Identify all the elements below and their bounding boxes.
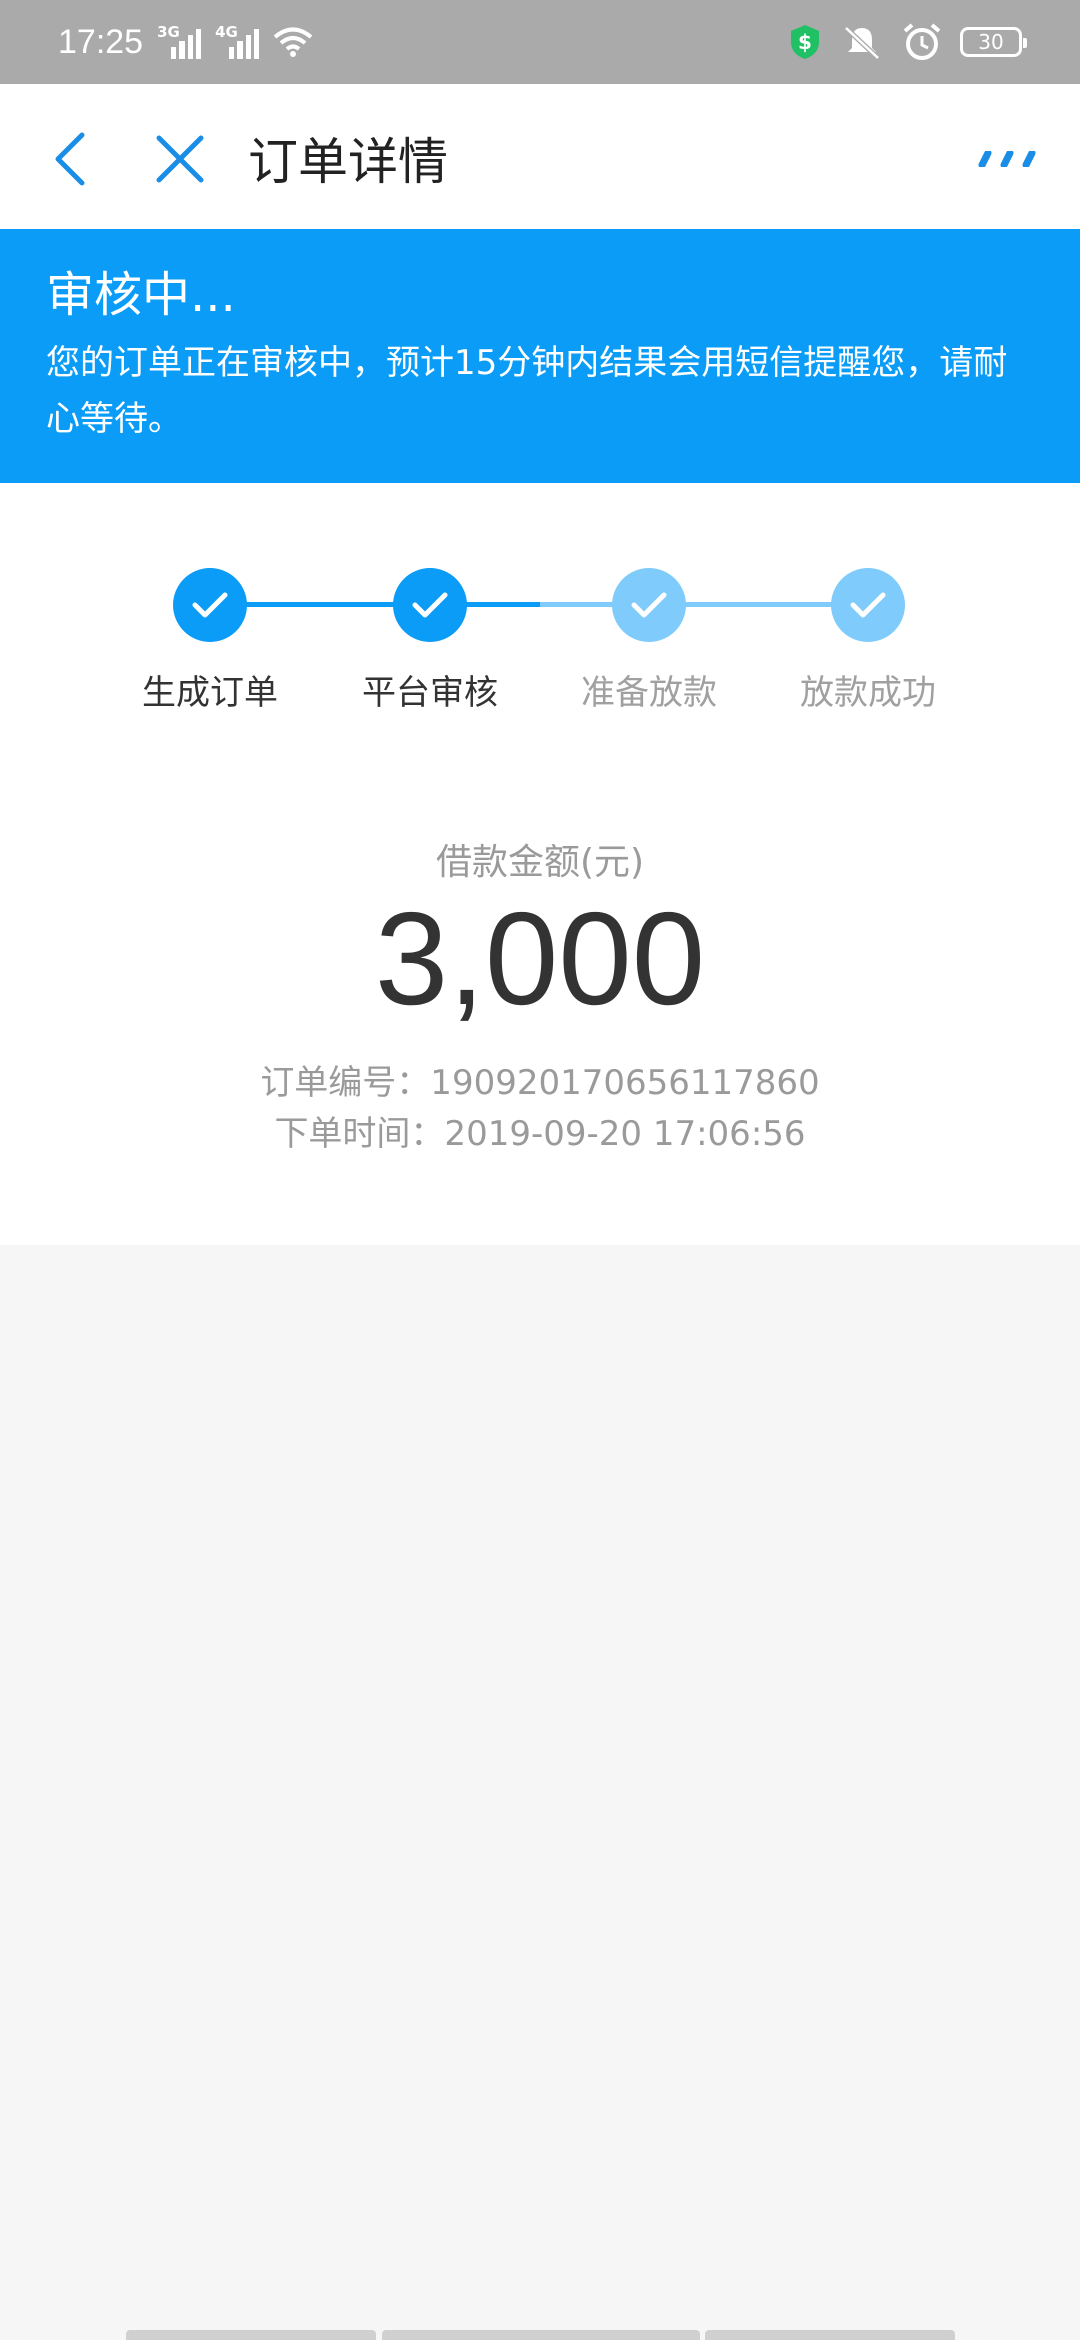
status-left: 17:25 3G 4G — [58, 23, 313, 62]
more-dots-icon — [978, 151, 1036, 167]
step-2-circle — [393, 568, 467, 642]
step-4-circle — [831, 568, 905, 642]
battery-icon: 30 — [960, 27, 1027, 57]
alarm-icon — [903, 23, 941, 60]
page-title: 订单详情 — [248, 133, 448, 191]
status-bar: 17:25 3G 4G $ 30 — [0, 0, 1080, 84]
order-number: 订单编号：19092017065611786​0 — [260, 1063, 820, 1103]
bottom-tab-indicator-3 — [705, 2330, 955, 2340]
order-time: 下单时间：2019-09-20 17:06:56 — [274, 1114, 806, 1154]
check-icon — [412, 592, 448, 618]
step-3-circle — [612, 568, 686, 642]
mute-bell-icon — [844, 26, 880, 60]
order-detail-card: 生成订单 平台审核 准备放款 放款成功 借款金额(元) 3,000 订单编号：1… — [0, 483, 1080, 1245]
review-status-banner: 审核中... 您的订单正在审核中，预计15分钟内结果会用短信提醒您，请耐心等待。 — [0, 229, 1080, 483]
more-button[interactable] — [974, 134, 1044, 184]
check-icon — [631, 592, 667, 618]
banner-description: 您的订单正在审核中，预计15分钟内结果会用短信提醒您，请耐心等待。 — [46, 343, 1008, 439]
step-1-label: 生成订单 — [142, 673, 278, 713]
svg-text:$: $ — [798, 30, 812, 54]
check-icon — [850, 592, 886, 618]
shield-dollar-icon: $ — [791, 25, 819, 59]
status-time: 17:25 — [58, 22, 144, 61]
close-icon — [156, 135, 204, 183]
nav-bar: 订单详情 — [0, 84, 1080, 229]
status-right: $ 30 — [788, 23, 1027, 61]
banner-title: 审核中... — [46, 267, 236, 323]
step-3-label: 准备放款 — [581, 673, 717, 713]
back-button[interactable] — [40, 124, 100, 194]
step-2-label: 平台审核 — [362, 673, 498, 713]
step-4-label: 放款成功 — [800, 673, 936, 713]
signal-4g-icon: 4G — [215, 23, 260, 59]
close-button[interactable] — [150, 124, 210, 194]
bottom-tab-indicator-1 — [126, 2330, 376, 2340]
back-arrow-icon — [55, 132, 85, 186]
wifi-icon — [273, 27, 313, 57]
check-icon — [192, 592, 228, 618]
step-1-circle — [173, 568, 247, 642]
loan-amount-value: 3,000 — [374, 885, 706, 1032]
loan-amount-label: 借款金额(元) — [435, 842, 645, 883]
signal-3g-icon: 3G — [157, 23, 202, 59]
bottom-tab-indicator-2 — [382, 2330, 700, 2340]
